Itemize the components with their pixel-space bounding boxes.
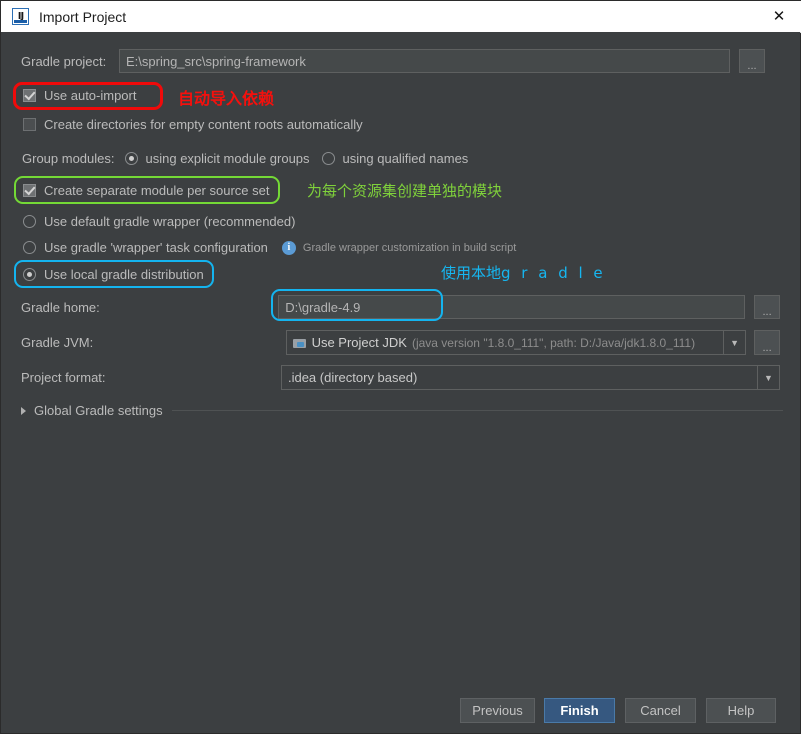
- finish-button[interactable]: Finish: [544, 698, 615, 723]
- group-modules-explicit-label: using explicit module groups: [146, 151, 310, 166]
- create-separate-module-label: Create separate module per source set: [44, 183, 269, 198]
- annotation-local-gradle-prefix: 使用本地: [441, 264, 501, 282]
- expand-triangle-icon[interactable]: [21, 407, 26, 415]
- title-bar: IJ Import Project ✕: [1, 1, 801, 33]
- gradle-jvm-browse-button[interactable]: ...: [754, 330, 780, 355]
- project-format-label: Project format:: [21, 370, 281, 385]
- previous-button[interactable]: Previous: [460, 698, 535, 723]
- global-gradle-settings-row[interactable]: Global Gradle settings: [21, 403, 783, 418]
- annotation-local-gradle: 使用本地g r a d l e: [441, 262, 606, 283]
- project-format-row: Project format: .idea (directory based) …: [21, 365, 780, 390]
- use-wrapper-task-radio[interactable]: [23, 241, 36, 254]
- use-wrapper-task-label: Use gradle 'wrapper' task configuration: [44, 240, 268, 255]
- footer-buttons: Previous Finish Cancel Help: [460, 698, 776, 723]
- annotation-auto-import: 自动导入依赖: [178, 85, 274, 109]
- dialog-content: Gradle project: E:\spring_src\spring-fra…: [1, 32, 800, 733]
- window-title: Import Project: [39, 9, 126, 25]
- gradle-jvm-value-secondary: (java version "1.8.0_111", path: D:/Java…: [412, 336, 695, 350]
- create-separate-module-row[interactable]: Create separate module per source set: [23, 183, 269, 198]
- gradle-home-label: Gradle home:: [21, 300, 278, 315]
- global-gradle-settings-label: Global Gradle settings: [34, 403, 163, 418]
- gradle-home-browse-button[interactable]: ...: [754, 295, 780, 319]
- gradle-jvm-value-primary: Use Project JDK: [312, 335, 407, 350]
- cancel-button[interactable]: Cancel: [625, 698, 696, 723]
- import-project-dialog: IJ Import Project ✕ Gradle project: E:\s…: [0, 0, 801, 734]
- section-divider: [172, 410, 783, 411]
- use-auto-import-checkbox[interactable]: [23, 89, 36, 102]
- info-icon: i: [282, 241, 296, 255]
- project-format-combo[interactable]: .idea (directory based) ▼: [281, 365, 780, 390]
- use-auto-import-row[interactable]: Use auto-import: [23, 88, 136, 103]
- gradle-project-label: Gradle project:: [21, 54, 119, 69]
- project-format-value: .idea (directory based): [288, 370, 417, 385]
- gradle-home-input[interactable]: D:\gradle-4.9: [278, 295, 745, 319]
- gradle-project-row: Gradle project: E:\spring_src\spring-fra…: [21, 49, 780, 73]
- use-local-distribution-radio[interactable]: [23, 268, 36, 281]
- close-icon[interactable]: ✕: [756, 1, 801, 31]
- group-modules-qualified-label: using qualified names: [343, 151, 469, 166]
- project-format-chevron-down-icon[interactable]: ▼: [757, 366, 779, 389]
- gradle-project-browse-button[interactable]: ...: [739, 49, 765, 73]
- gradle-jvm-combo[interactable]: Use Project JDK (java version "1.8.0_111…: [286, 330, 747, 355]
- group-modules-row: Group modules: using explicit module gro…: [22, 151, 468, 166]
- gradle-home-row: Gradle home: D:\gradle-4.9 ...: [21, 295, 780, 319]
- help-button[interactable]: Help: [706, 698, 776, 723]
- use-local-distribution-label: Use local gradle distribution: [44, 267, 204, 282]
- annotation-local-gradle-suffix: g r a d l e: [501, 264, 606, 282]
- create-directories-row[interactable]: Create directories for empty content roo…: [23, 117, 363, 132]
- group-modules-qualified-radio[interactable]: [322, 152, 335, 165]
- create-separate-module-checkbox[interactable]: [23, 184, 36, 197]
- annotation-separate-module: 为每个资源集创建单独的模块: [307, 180, 502, 201]
- gradle-jvm-chevron-down-icon[interactable]: ▼: [723, 331, 745, 354]
- group-modules-label: Group modules:: [22, 151, 115, 166]
- group-modules-explicit-radio[interactable]: [125, 152, 138, 165]
- use-default-wrapper-radio[interactable]: [23, 215, 36, 228]
- use-wrapper-task-row[interactable]: Use gradle 'wrapper' task configuration …: [23, 240, 516, 255]
- intellij-idea-icon: IJ: [12, 8, 29, 25]
- use-default-wrapper-row[interactable]: Use default gradle wrapper (recommended): [23, 214, 295, 229]
- create-directories-label: Create directories for empty content roo…: [44, 117, 363, 132]
- wrapper-hint-text: Gradle wrapper customization in build sc…: [303, 242, 516, 254]
- use-local-distribution-row[interactable]: Use local gradle distribution: [23, 267, 204, 282]
- use-default-wrapper-label: Use default gradle wrapper (recommended): [44, 214, 295, 229]
- gradle-project-input[interactable]: E:\spring_src\spring-framework: [119, 49, 730, 73]
- use-auto-import-label: Use auto-import: [44, 88, 136, 103]
- gradle-jvm-row: Gradle JVM: Use Project JDK (java versio…: [21, 330, 780, 355]
- gradle-jvm-label: Gradle JVM:: [21, 335, 286, 350]
- create-directories-checkbox[interactable]: [23, 118, 36, 131]
- jdk-icon: [293, 337, 307, 349]
